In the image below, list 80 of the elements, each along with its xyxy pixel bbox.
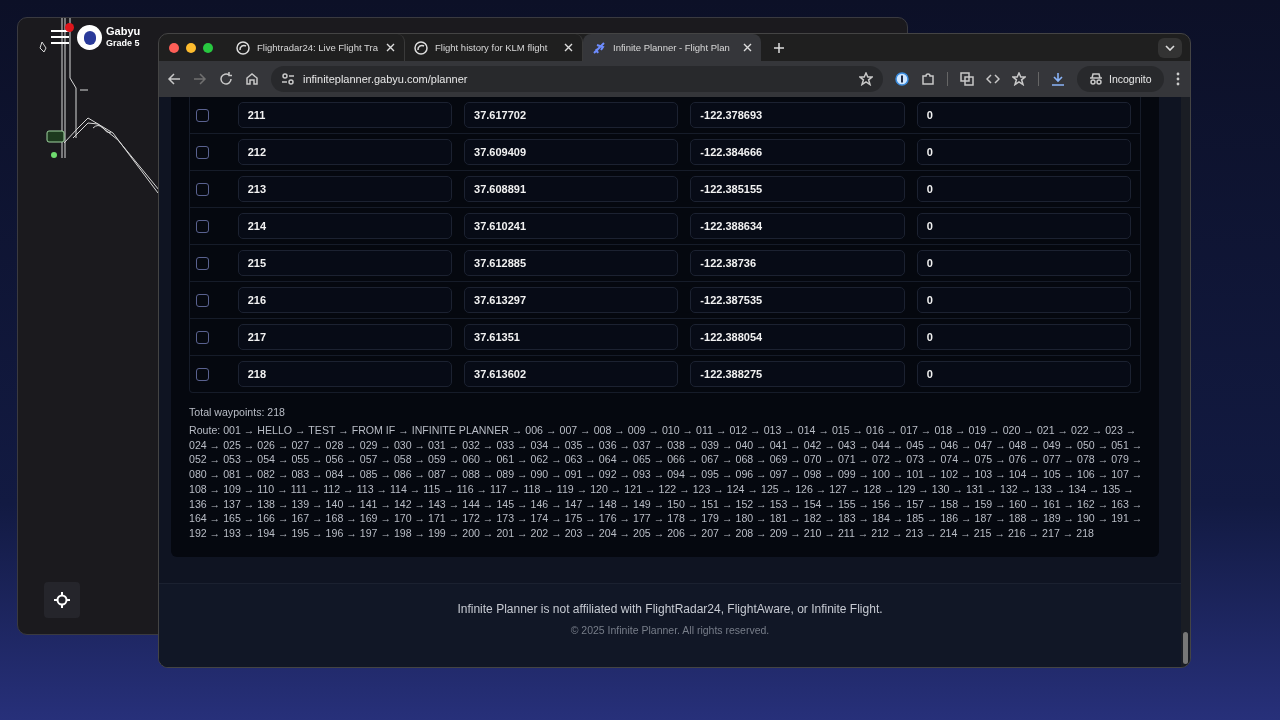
latitude-field[interactable]: 37.609409 [464,139,679,165]
name-field[interactable]: 213 [237,176,453,202]
altitude-field[interactable]: 0 [916,324,1131,350]
browser-tab[interactable]: Infinite Planner - Flight Plan [583,34,761,61]
home-icon[interactable] [245,72,259,86]
longitude-field[interactable]: -122.378693 [690,102,905,128]
star-icon[interactable] [859,72,873,86]
latitude-field[interactable]: 37.61351 [464,324,679,350]
crosshair-icon [54,592,70,608]
longitude-field[interactable]: -122.388054 [690,324,905,350]
latitude-field[interactable]: 37.608891 [464,176,679,202]
latitude-field[interactable]: 37.613297 [464,287,679,313]
altitude-field[interactable]: 0 [916,287,1131,313]
user-grade: Grade 5 [106,38,140,48]
latitude-field[interactable]: 37.610241 [464,213,679,239]
checkbox[interactable] [196,367,209,381]
checkbox[interactable] [196,256,209,270]
zoom-window-button[interactable] [203,42,213,53]
minimize-window-button[interactable] [186,42,196,53]
longitude-field[interactable]: -122.385155 [690,176,905,202]
incognito-icon [1089,73,1103,85]
recenter-button[interactable] [44,582,80,618]
reload-icon[interactable] [219,72,233,86]
name-field[interactable]: 214 [237,213,453,239]
name-field[interactable]: 218 [237,361,453,387]
chevron-down-icon [1165,44,1175,51]
translate-icon[interactable] [960,72,974,86]
user-name: Gabyu [106,25,141,37]
globe-icon [236,40,250,55]
incognito-button[interactable]: Incognito [1077,66,1164,92]
altitude-field[interactable]: 0 [916,139,1131,165]
puzzle-icon[interactable] [921,72,935,86]
altitude-field[interactable]: 0 [916,102,1131,128]
close-icon[interactable] [564,43,573,52]
latitude-field[interactable]: 37.617702 [464,102,679,128]
scrollbar[interactable] [1181,97,1190,667]
checkbox[interactable] [196,219,209,233]
checkbox[interactable] [196,145,209,159]
download-icon[interactable] [1051,72,1065,86]
site-settings-icon[interactable] [281,72,295,86]
code-icon[interactable] [986,72,1000,86]
name-field[interactable]: 211 [237,102,453,128]
altitude-field[interactable]: 0 [916,176,1131,202]
route-text: Route: 001 → HELLO → TEST → FROM IF → INFINITE PLANNER → 006 → 007 → 008 → 009 → 010 → 011 → 012 → 013 → 014 → 015 → 016 → 017 → 018 → 019 → 020 → 021 → 022 → 023 → 024 → 025 → 026 → 027 → 028 → 029 → 030 → 031 → 032 → 033 → 034 → 035 → 036 → 037 → 038 → 039 → 040 → 041 → 042 → 043 → 044 → 045 → 046 → 047 → 048 → 049 → 050 → 051 → 052 → 053 → 054 → 055 → 056 → 057 → 058 → 059 → 060 → 061 → 062 → 063 → 064 → 065 → 066 → 067 → 068 → 069 → 070 → 071 → 072 → 073 → 074 → 075 → 076 → 077 → 078 → 079 → 080 → 081 → 082 → 083 → 084 → 085 → 086 → 087 → 088 → 089 → 090 → 091 → 092 → 093 → 094 → 095 → 096 → 097 → 098 → 099 → 100 → 101 → 102 → 103 → 104 → 105 → 106 → 107 → 108 → 109 → 110 → 111 → 112 → 113 → 114 → 115 → 116 → 117 → 118 → 119 → 120 → 121 → 122 → 123 → 124 → 125 → 126 → 127 → 128 → 129 → 130 → 131 → 132 → 133 → 134 → 135 → 136 → 137 → 138 → 139 → 140 → 141 → 142 → 143 → 144 → 145 → 146 → 147 → 148 → 149 → 150 → 151 → 152 → 153 → 154 → 155 → 156 → 157 → 158 → 159 → 160 → 161 → 162 → 163 → 164 → 165 → 166 → 167 → 168 → 169 → 170 → 171 → 172 → 173 → 174 → 175 → 176 → 177 → 178 → 179 → 180 → 181 → 182 → 183 → 184 → 185 → 186 → 187 → 188 → 189 → 190 → 191 → 192 → 193 → 194 → 195 → 196 → 197 → 198 → 199 → 200 → 201 → 202 → 203 → 204 → 205 → 206 → 207 → 208 → 209 → 210 → 211 → 212 → 213 → 214 → 215 → 216 → 217 → 218 [189,423,1144,541]
globe-icon [414,40,428,55]
avatar[interactable] [77,25,102,50]
close-window-button[interactable] [169,42,179,53]
back-icon[interactable] [167,72,181,86]
address-bar[interactable]: infiniteplanner.gabyu.com/planner [271,66,883,92]
close-icon[interactable] [386,43,395,52]
menu-icon[interactable] [50,28,70,46]
disclaimer-text: Infinite Planner is not affiliated with FlightRadar24, FlightAware, or Infinite Flight. [457,601,883,616]
more-menu-icon[interactable] [1175,72,1180,86]
close-icon[interactable] [743,43,752,52]
tab-search-button[interactable] [1158,37,1182,58]
url-text: infiniteplanner.gabyu.com/planner [303,73,469,85]
checkbox[interactable] [196,330,209,344]
longitude-field[interactable]: -122.38736 [690,250,905,276]
copyright-text: © 2025 Infinite Planner. All rights reserved. [570,623,770,636]
waypoint-count: Total waypoints: 218 [189,406,286,418]
altitude-field[interactable]: 0 [916,250,1131,276]
longitude-field[interactable]: -122.388634 [690,213,905,239]
name-field[interactable]: 216 [237,287,453,313]
name-field[interactable]: 215 [237,250,453,276]
longitude-field[interactable]: -122.384666 [690,139,905,165]
longitude-field[interactable]: -122.388275 [690,361,905,387]
latitude-field[interactable]: 37.613602 [464,361,679,387]
altitude-field[interactable]: 0 [916,361,1131,387]
forward-icon[interactable] [193,72,207,86]
checkbox[interactable] [196,293,209,307]
latitude-field[interactable]: 37.612885 [464,250,679,276]
longitude-field[interactable]: -122.387535 [690,287,905,313]
checkbox[interactable] [196,182,209,196]
altitude-field[interactable]: 0 [916,213,1131,239]
new-tab-icon[interactable] [773,41,785,54]
checkbox[interactable] [196,108,209,122]
name-field[interactable]: 217 [237,324,453,350]
plane-icon [592,40,606,55]
name-field[interactable]: 212 [237,139,453,165]
password-manager-icon[interactable] [895,72,909,86]
